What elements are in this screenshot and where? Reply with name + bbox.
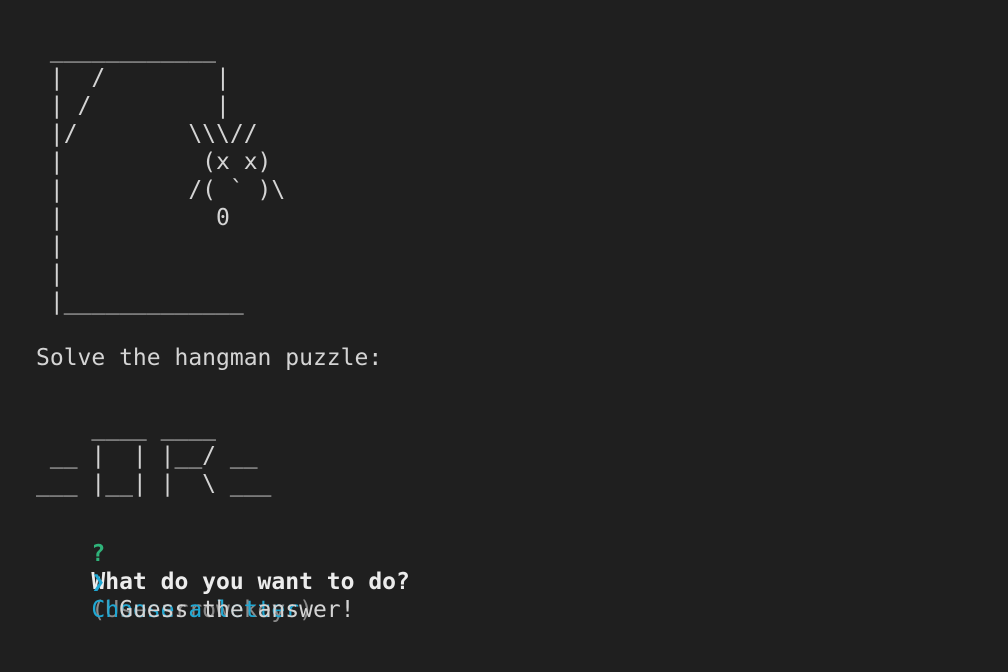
- hangman-drawing: ____________ | / | | / | |/ \\\// | (x x…: [49, 37, 286, 315]
- puzzle-word: ____ ____ __ | | |__/ __ ___ |__| | \ __…: [36, 415, 272, 497]
- option-label: Guess the answer!: [119, 597, 355, 623]
- pointer-icon: ❯: [91, 569, 106, 595]
- terminal-window: ____________ | / | | / | |/ \\\// | (x x…: [36, 36, 976, 623]
- question-mark-icon: ?: [91, 541, 106, 567]
- menu-option-choose-letter[interactable]: ❯ Choose a letter: [36, 540, 976, 623]
- prompt-question: What do you want to do?: [91, 569, 410, 595]
- prompt-line: ? What do you want to do? (Use arrow key…: [36, 512, 976, 623]
- puzzle-heading: Solve the hangman puzzle:: [36, 345, 383, 371]
